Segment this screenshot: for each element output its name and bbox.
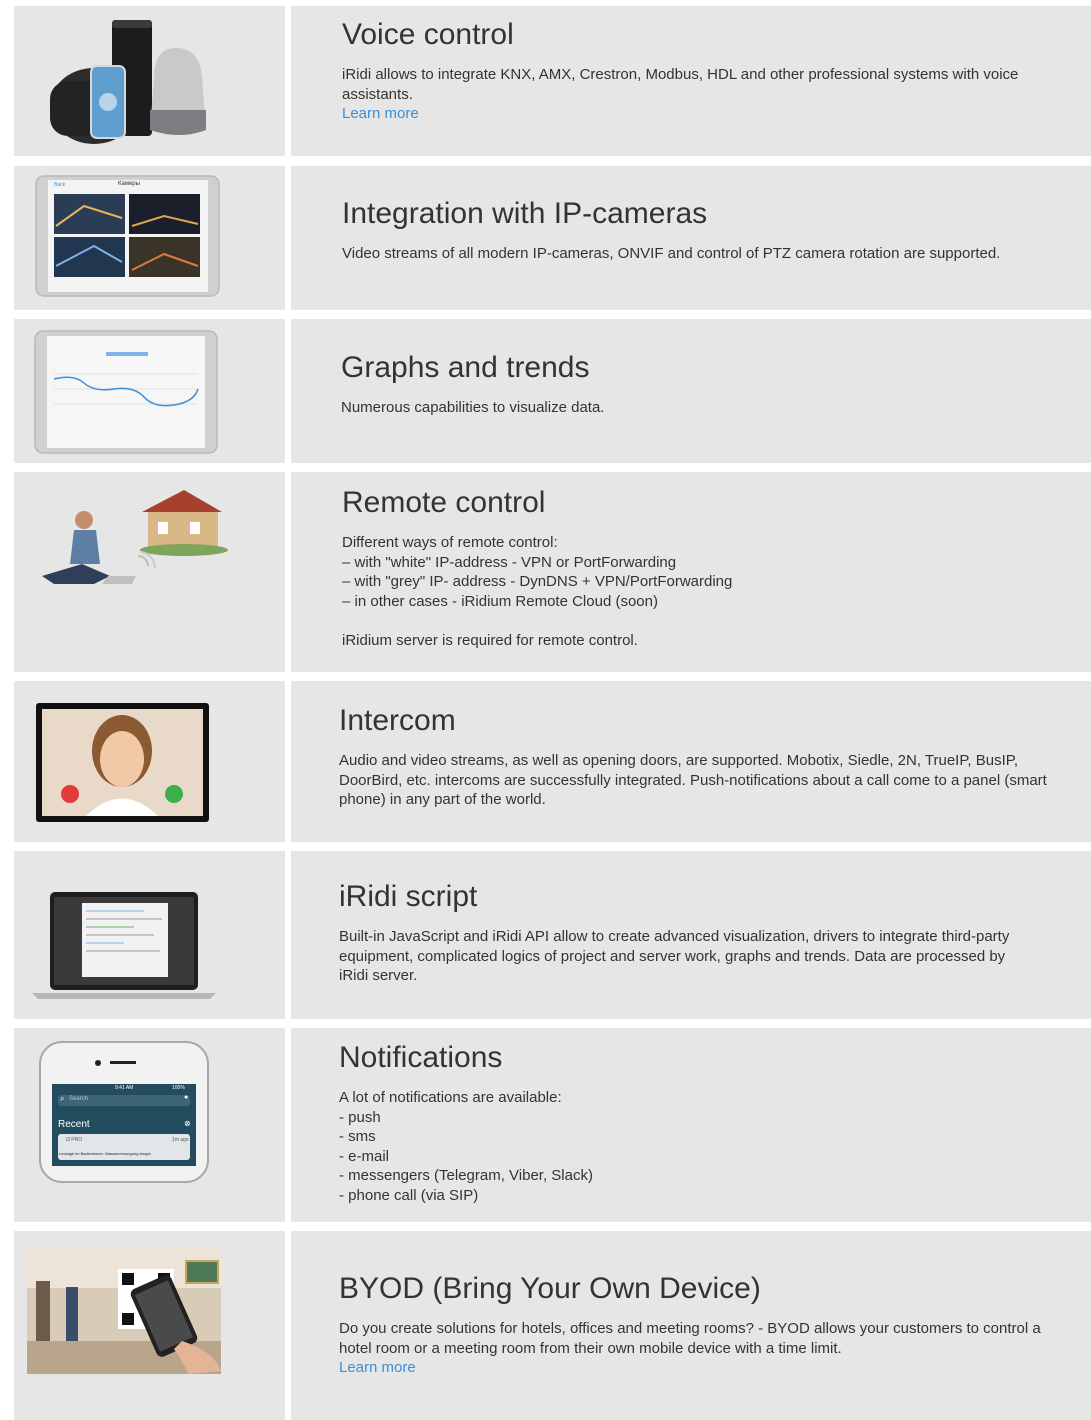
smart-speakers-icon <box>50 20 206 144</box>
screen-back-label: Back <box>54 182 66 188</box>
feature-ip-cameras: Back Камеры Integration with IP-cameras … <box>0 166 1091 310</box>
feature-byod: BYOD (Bring Your Own Device) Do you crea… <box>0 1231 1091 1420</box>
feature-description: Numerous capabilities to visualize data. <box>341 398 1083 418</box>
feature-intercom: Intercom Audio and video streams, as wel… <box>0 681 1091 842</box>
feature-image <box>14 319 285 463</box>
feature-text-cell: iRidi script Built-in JavaScript and iRi… <box>291 851 1091 1019</box>
feature-text-cell: Voice control iRidi allows to integrate … <box>291 6 1091 156</box>
search-icon: ⌕ <box>60 1094 65 1103</box>
feature-image <box>14 472 285 672</box>
feature-image <box>14 681 285 842</box>
feature-notifications: 9:41 AM 100% ⌕ Search ● Recent ⊗ i3 PRO … <box>0 1028 1091 1222</box>
feature-remote-control: Remote control Different ways of remote … <box>0 472 1091 672</box>
feature-description: A lot of notifications are available: - … <box>339 1088 1083 1205</box>
phone-app-name: i3 PRO <box>66 1137 83 1143</box>
feature-title: Intercom <box>339 704 456 737</box>
laptop-code-icon <box>32 892 216 999</box>
learn-more-link[interactable]: Learn more <box>339 1358 1083 1378</box>
feature-title: Integration with IP-cameras <box>342 197 708 230</box>
description-line: Audio and video streams, as well as open… <box>339 752 1019 769</box>
phone-time: 9:41 AM <box>115 1085 134 1091</box>
feature-description: Video streams of all modern IP-cameras, … <box>342 244 1083 264</box>
description-line: DoorBird, etc. intercoms are successfull… <box>339 771 1047 789</box>
hotel-qr-phone-icon <box>27 1248 221 1374</box>
tablet-graph-icon <box>34 330 218 454</box>
description-line: Video streams of all modern IP-cameras, … <box>342 245 1001 262</box>
feature-title: iRidi script <box>339 880 478 913</box>
feature-text-cell: BYOD (Bring Your Own Device) Do you crea… <box>291 1231 1091 1420</box>
close-icon: ⊗ <box>184 1119 191 1128</box>
feature-description: iRidi allows to integrate KNX, AMX, Cres… <box>342 65 1083 104</box>
description-line: – with "grey" IP- address - DynDNS + VPN… <box>342 573 733 590</box>
feature-graphs-trends: Graphs and trends Numerous capabilities … <box>0 319 1091 463</box>
feature-description: Built-in JavaScript and iRidi API allow … <box>339 927 1083 986</box>
feature-title: Notifications <box>339 1041 503 1074</box>
description-line: – in other cases - iRidium Remote Cloud … <box>342 592 658 610</box>
phone-time-ago: 1m ago <box>172 1137 189 1143</box>
description-line: hotel room or a meeting room from their … <box>339 1339 842 1357</box>
description-line: equipment, complicated logics of project… <box>339 947 1006 965</box>
feature-title: Remote control <box>342 486 546 519</box>
phone-battery: 100% <box>172 1085 185 1091</box>
feature-iridi-script: iRidi script Built-in JavaScript and iRi… <box>0 851 1091 1019</box>
description-line: A lot of notifications are available: <box>339 1089 562 1106</box>
feature-voice-control: Voice control iRidi allows to integrate … <box>0 6 1091 156</box>
description-line: - push <box>339 1108 381 1126</box>
feature-title: BYOD (Bring Your Own Device) <box>339 1272 761 1305</box>
feature-title: Graphs and trends <box>341 351 590 384</box>
phone-search-placeholder: Search <box>69 1096 89 1102</box>
description-line: - phone call (via SIP) <box>339 1186 479 1204</box>
screen-header-label: Камеры <box>118 181 140 187</box>
description-line: iRidi allows to integrate KNX, AMX, Cres… <box>342 66 1019 83</box>
description-line: Numerous capabilities to visualize data. <box>341 399 605 416</box>
description-line: iRidium server is required for remote co… <box>342 631 638 649</box>
phone-recent-label: Recent <box>58 1119 90 1130</box>
feature-image <box>14 6 285 156</box>
description-line: iRidi server. <box>339 967 418 984</box>
description-line: – with "white" IP-address - VPN or PortF… <box>342 553 677 571</box>
feature-image <box>14 851 285 1019</box>
feature-text-cell: Integration with IP-cameras Video stream… <box>291 166 1091 310</box>
learn-more-link[interactable]: Learn more <box>342 104 1083 124</box>
feature-text-cell: Notifications A lot of notifications are… <box>291 1028 1091 1222</box>
phone-notification-icon <box>39 1041 209 1183</box>
feature-description: Audio and video streams, as well as open… <box>339 751 1083 810</box>
feature-text-cell: Intercom Audio and video streams, as wel… <box>291 681 1091 842</box>
description-line: phone) in any part of the world. <box>339 791 546 808</box>
feature-title: Voice control <box>342 18 514 51</box>
feature-image: 9:41 AM 100% ⌕ Search ● Recent ⊗ i3 PRO … <box>14 1028 285 1222</box>
description-line: - messengers (Telegram, Viber, Slack) <box>339 1167 593 1184</box>
feature-description: Different ways of remote control: – with… <box>342 533 1083 650</box>
description-line: - sms <box>339 1128 376 1145</box>
description-line: Do you create solutions for hotels, offi… <box>339 1320 1041 1337</box>
description-line <box>342 611 1083 631</box>
feature-description: Do you create solutions for hotels, offi… <box>339 1319 1083 1358</box>
feature-image: Back Камеры <box>14 166 285 310</box>
description-line: assistants. <box>342 85 413 103</box>
man-laptop-house-icon <box>42 490 228 584</box>
microphone-icon: ● <box>184 1094 189 1101</box>
feature-text-cell: Remote control Different ways of remote … <box>291 472 1091 672</box>
description-line: - e-mail <box>339 1147 390 1165</box>
description-line: Different ways of remote control: <box>342 534 558 551</box>
feature-image <box>14 1231 285 1420</box>
feature-text-cell: Graphs and trends Numerous capabilities … <box>291 319 1091 463</box>
intercom-screen-icon <box>36 703 209 822</box>
description-line: Built-in JavaScript and iRidi API allow … <box>339 928 1010 945</box>
phone-message: Leckage im Badezimmer. Wasserversorgung … <box>59 1151 152 1156</box>
